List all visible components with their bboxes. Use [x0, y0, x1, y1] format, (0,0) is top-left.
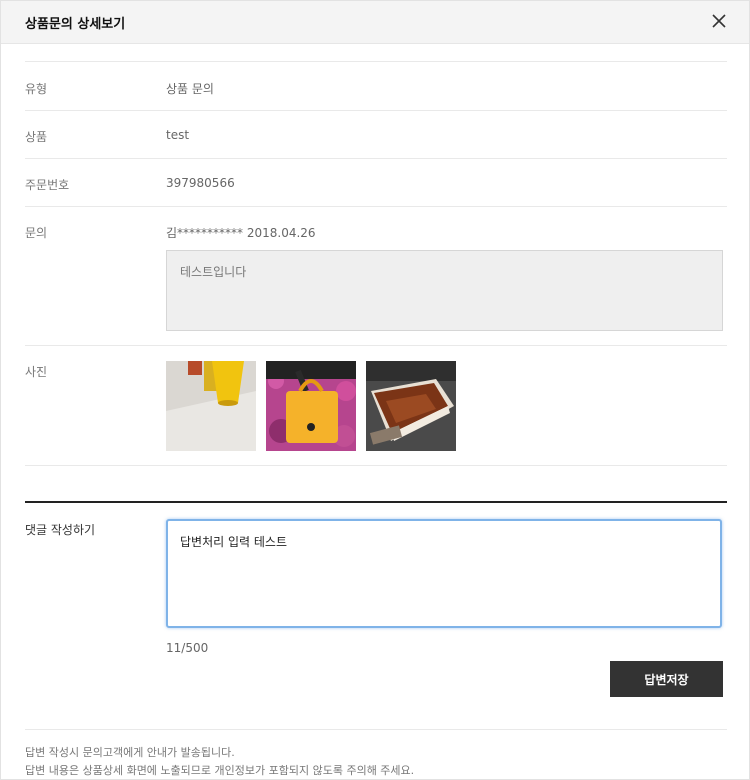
- field-label-photos: 사진: [25, 365, 48, 379]
- field-value-product: test: [166, 128, 190, 142]
- reply-textarea-value: 답변처리 입력 테스트: [180, 535, 287, 549]
- inquiry-photo-1[interactable]: [166, 361, 256, 451]
- field-row-type: 유형 상품 문의: [25, 61, 727, 110]
- notice-line-1: 답변 작성시 문의고객에게 안내가 발송됩니다.: [25, 746, 235, 759]
- reply-textarea[interactable]: 답변처리 입력 테스트: [166, 519, 722, 628]
- reply-label: 댓글 작성하기: [25, 523, 96, 537]
- field-label-product: 상품: [25, 130, 48, 144]
- inquiry-detail-modal: 상품문의 상세보기 유형 상품 문의 상품 test 주문번호 39798056…: [0, 0, 750, 780]
- save-reply-button[interactable]: 답변저장: [610, 661, 723, 697]
- notice-line-2: 답변 내용은 상품상세 화면에 노출되므로 개인정보가 포함되지 않도록 주의해…: [25, 764, 415, 777]
- reply-char-count: 11/500: [166, 641, 209, 655]
- field-value-type: 상품 문의: [166, 82, 214, 96]
- field-row-product: 상품 test: [25, 110, 727, 159]
- field-label-order-number: 주문번호: [25, 178, 70, 192]
- field-row-order-number: 주문번호 397980566: [25, 158, 727, 207]
- row-divider: [25, 465, 727, 466]
- inquiry-photo-3[interactable]: [366, 361, 456, 451]
- field-label-inquiry: 문의: [25, 226, 48, 240]
- inquiry-author-date: 김*********** 2018.04.26: [166, 226, 316, 240]
- inquiry-photo-2[interactable]: [266, 361, 356, 451]
- footer-divider: [25, 729, 727, 730]
- inquiry-body-text: 테스트입니다: [180, 265, 247, 279]
- field-value-order-number: 397980566: [166, 176, 235, 190]
- field-label-type: 유형: [25, 82, 48, 96]
- section-divider: [25, 501, 727, 503]
- modal-title: 상품문의 상세보기: [25, 17, 126, 32]
- close-button[interactable]: [709, 11, 729, 31]
- inquiry-body-box: 테스트입니다: [166, 250, 723, 331]
- modal-header: 상품문의 상세보기: [1, 1, 749, 44]
- close-icon: [712, 14, 726, 28]
